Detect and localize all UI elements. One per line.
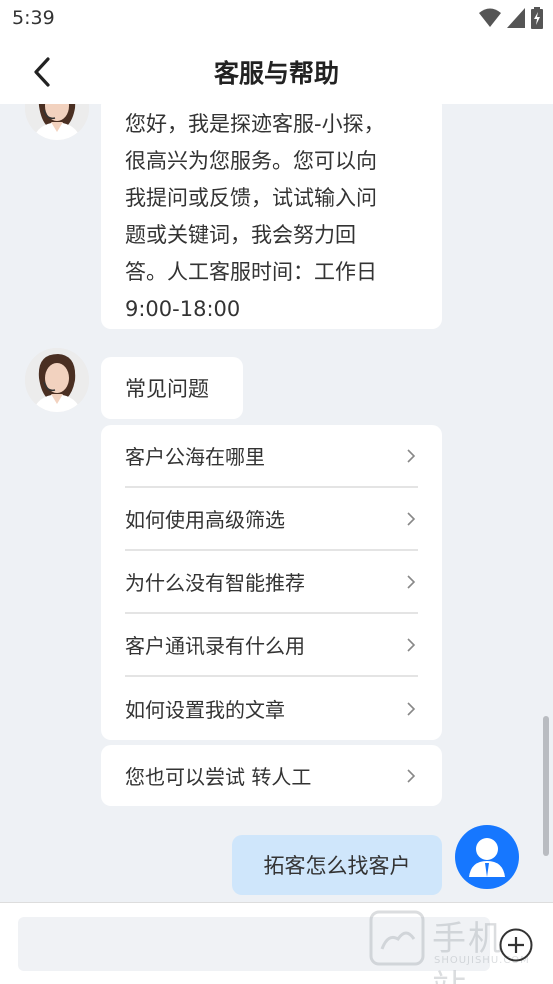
- chat-area[interactable]: 您好，我是探迹客服-小探， 很高兴为您服务。您可以向 我提问或反馈，试试输入问 …: [0, 104, 553, 902]
- faq-item-label: 如何使用高级筛选: [125, 508, 285, 532]
- chevron-right-icon: [407, 701, 416, 716]
- user-message-text: 拓客怎么找客户: [263, 854, 411, 878]
- transfer-to-human-button[interactable]: 您也可以尝试 转人工: [101, 745, 442, 806]
- agent-avatar-icon: [25, 104, 89, 140]
- chevron-right-icon: [407, 574, 416, 589]
- chevron-right-icon: [407, 511, 416, 526]
- page-title: 客服与帮助: [213, 59, 339, 88]
- user-message-bubble: 拓客怎么找客户: [232, 835, 442, 895]
- status-time: 5:39: [12, 7, 55, 29]
- plus-circle-icon[interactable]: [498, 927, 534, 963]
- signal-icon: [507, 8, 525, 28]
- faq-list: 客户公海在哪里 如何使用高级筛选 为什么没有智能推荐 客户通讯录有什么用 如何设…: [101, 425, 442, 740]
- agent-avatar-icon: [25, 348, 89, 412]
- battery-charging-icon: [531, 7, 543, 29]
- wifi-icon: [479, 8, 501, 27]
- faq-item-label: 客户通讯录有什么用: [125, 634, 305, 658]
- faq-heading: 常见问题: [125, 377, 209, 401]
- input-bar: 手机站 SHOUJISHU.COM: [0, 902, 553, 984]
- watermark-logo-icon: [369, 910, 425, 966]
- faq-heading-bubble: 常见问题: [101, 357, 243, 419]
- agent-avatar: [25, 348, 89, 412]
- transfer-label: 您也可以尝试 转人工: [125, 765, 312, 789]
- user-avatar: [455, 825, 519, 889]
- faq-item[interactable]: 为什么没有智能推荐: [125, 551, 418, 614]
- faq-item[interactable]: 如何设置我的文章: [125, 677, 418, 740]
- agent-avatar: [25, 104, 89, 140]
- faq-item-label: 为什么没有智能推荐: [125, 571, 305, 595]
- faq-item[interactable]: 客户公海在哪里: [125, 425, 418, 488]
- status-bar: 5:39: [0, 0, 553, 38]
- faq-item[interactable]: 客户通讯录有什么用: [125, 614, 418, 677]
- greeting-text: 您好，我是探迹客服-小探， 很高兴为您服务。您可以向 我提问或反馈，试试输入问 …: [125, 112, 385, 321]
- user-avatar-icon: [469, 838, 505, 877]
- greeting-bubble: 您好，我是探迹客服-小探， 很高兴为您服务。您可以向 我提问或反馈，试试输入问 …: [101, 104, 442, 329]
- faq-item-label: 客户公海在哪里: [125, 445, 265, 469]
- chevron-right-icon: [407, 637, 416, 652]
- faq-item[interactable]: 如何使用高级筛选: [125, 488, 418, 551]
- chevron-right-icon: [407, 768, 416, 783]
- app-bar: 客服与帮助: [0, 38, 553, 104]
- faq-item-label: 如何设置我的文章: [125, 698, 285, 722]
- scrollbar[interactable]: [543, 716, 549, 856]
- chevron-right-icon: [407, 448, 416, 463]
- status-icons: [479, 7, 543, 29]
